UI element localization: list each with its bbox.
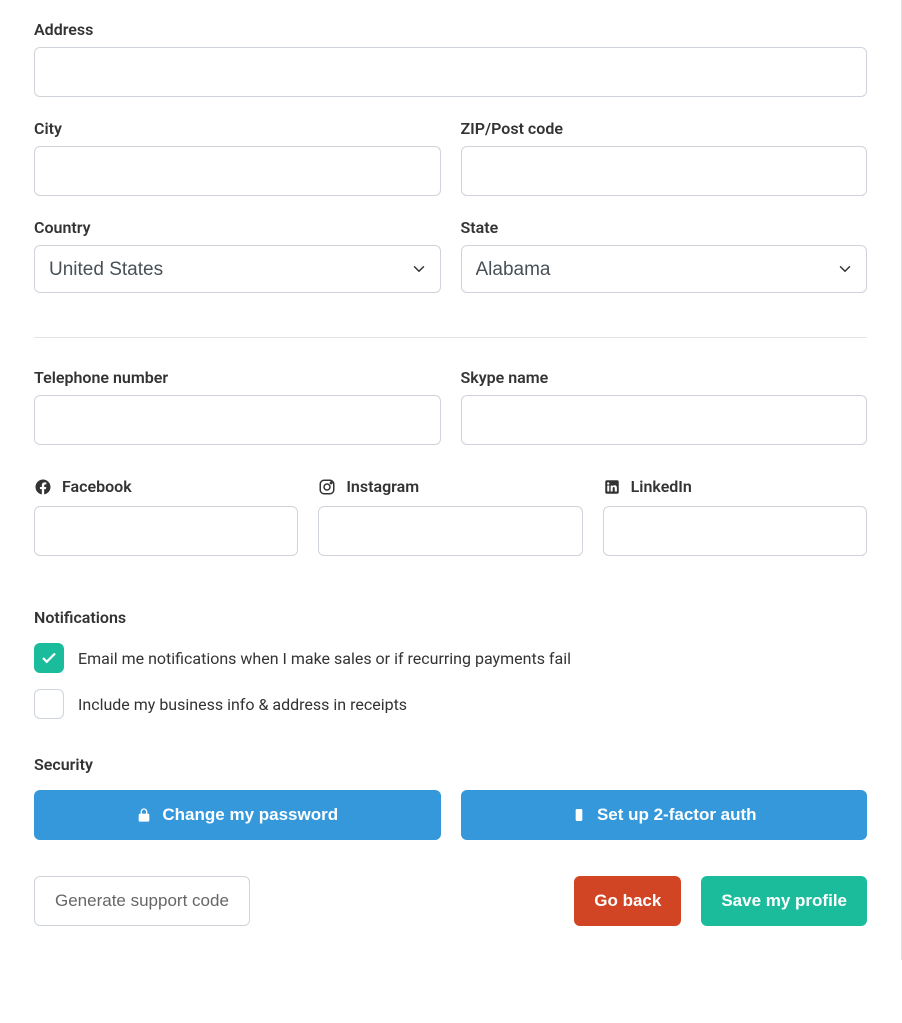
divider [34, 337, 867, 338]
state-group: State Alabama [461, 218, 868, 293]
footer-right: Go back Save my profile [574, 876, 867, 926]
facebook-label-row: Facebook [34, 477, 298, 496]
go-back-label: Go back [594, 891, 661, 911]
linkedin-input[interactable] [603, 506, 867, 556]
generate-support-code-label: Generate support code [55, 891, 229, 911]
notifications-section: Notifications Email me notifications whe… [34, 608, 867, 719]
facebook-label: Facebook [62, 477, 132, 496]
telephone-label: Telephone number [34, 368, 441, 387]
city-input[interactable] [34, 146, 441, 196]
two-factor-button[interactable]: Set up 2-factor auth [461, 790, 868, 840]
zip-label: ZIP/Post code [461, 119, 868, 138]
facebook-icon [34, 478, 52, 496]
telephone-group: Telephone number [34, 368, 441, 445]
address-label: Address [34, 20, 867, 39]
city-group: City [34, 119, 441, 196]
linkedin-label-row: LinkedIn [603, 477, 867, 496]
lock-icon [136, 807, 152, 823]
generate-support-code-button[interactable]: Generate support code [34, 876, 250, 926]
telephone-input[interactable] [34, 395, 441, 445]
address-group: Address [34, 20, 867, 97]
save-profile-label: Save my profile [721, 891, 847, 911]
email-sales-row: Email me notifications when I make sales… [34, 643, 867, 673]
security-section: Security Change my password Set up 2-fac… [34, 755, 867, 840]
include-business-label: Include my business info & address in re… [78, 695, 407, 714]
instagram-input[interactable] [318, 506, 582, 556]
zip-group: ZIP/Post code [461, 119, 868, 196]
security-heading: Security [34, 755, 867, 774]
skype-group: Skype name [461, 368, 868, 445]
two-factor-label: Set up 2-factor auth [597, 805, 757, 825]
linkedin-group: LinkedIn [603, 477, 867, 556]
email-sales-checkbox[interactable] [34, 643, 64, 673]
go-back-button[interactable]: Go back [574, 876, 681, 926]
notifications-heading: Notifications [34, 608, 867, 627]
zip-input[interactable] [461, 146, 868, 196]
skype-label: Skype name [461, 368, 868, 387]
skype-input[interactable] [461, 395, 868, 445]
check-icon [40, 649, 58, 667]
instagram-label-row: Instagram [318, 477, 582, 496]
save-profile-button[interactable]: Save my profile [701, 876, 867, 926]
change-password-button[interactable]: Change my password [34, 790, 441, 840]
state-select[interactable]: Alabama [461, 245, 868, 293]
footer-row: Generate support code Go back Save my pr… [34, 876, 867, 926]
address-input[interactable] [34, 47, 867, 97]
linkedin-label: LinkedIn [631, 477, 692, 496]
instagram-label: Instagram [346, 477, 419, 496]
facebook-input[interactable] [34, 506, 298, 556]
state-label: State [461, 218, 868, 237]
include-business-checkbox[interactable] [34, 689, 64, 719]
country-select[interactable]: United States [34, 245, 441, 293]
city-label: City [34, 119, 441, 138]
phone-icon [571, 807, 587, 823]
change-password-label: Change my password [162, 805, 338, 825]
facebook-group: Facebook [34, 477, 298, 556]
linkedin-icon [603, 478, 621, 496]
country-group: Country United States [34, 218, 441, 293]
instagram-icon [318, 478, 336, 496]
country-label: Country [34, 218, 441, 237]
email-sales-label: Email me notifications when I make sales… [78, 649, 571, 668]
include-business-row: Include my business info & address in re… [34, 689, 867, 719]
instagram-group: Instagram [318, 477, 582, 556]
